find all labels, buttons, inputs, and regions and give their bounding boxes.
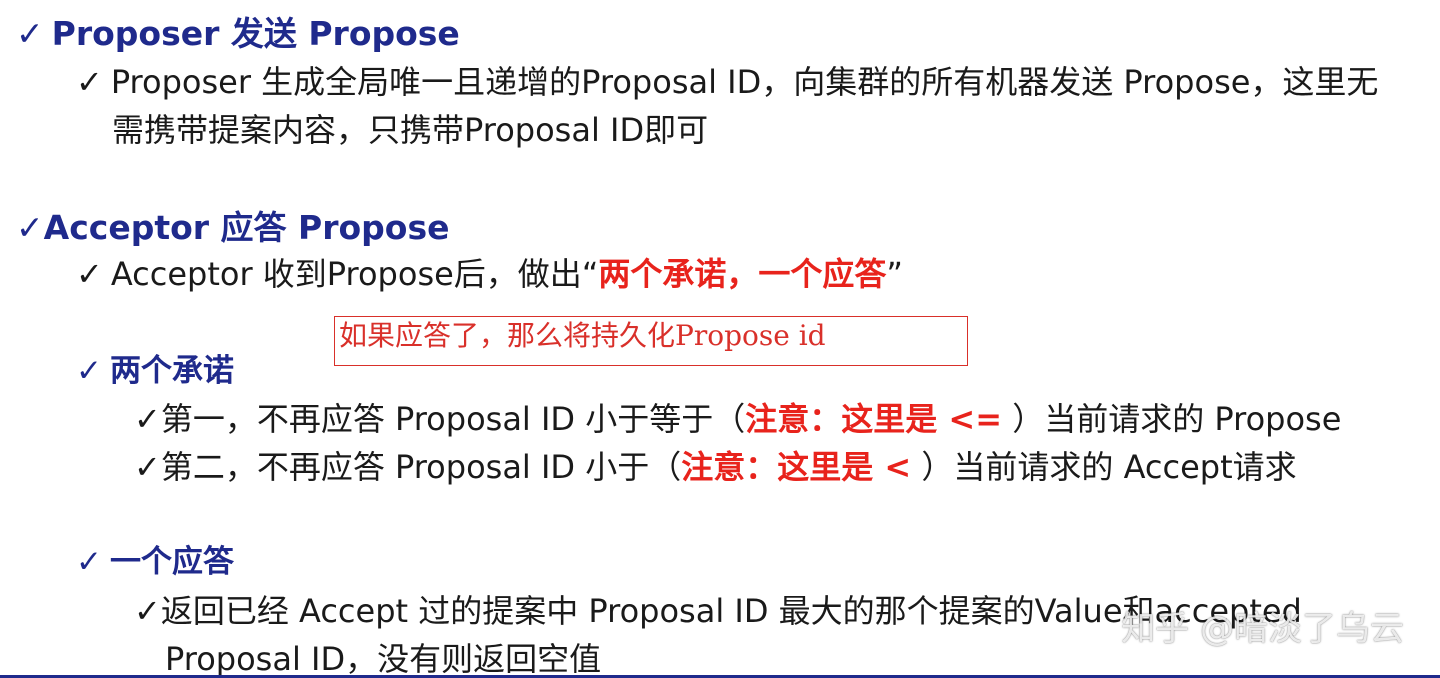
promise-first-suffix: ）当前请求的 Propose: [1002, 400, 1342, 438]
promise-second-prefix: 第二，不再应答 Proposal ID 小于（: [160, 448, 682, 486]
response-heading: ✓ 一个应答: [76, 547, 234, 578]
response-heading-text: 一个应答: [109, 544, 234, 580]
section1-item-line1: Proposer 生成全局唯一且递增的Proposal ID，向集群的所有机器发…: [110, 63, 1379, 101]
checkmark-icon: ✓: [16, 208, 44, 247]
section2-heading: ✓Acceptor 应答 Propose: [16, 211, 449, 244]
section1-item-line2: 需携带提案内容，只携带Proposal ID即可: [112, 111, 709, 149]
section1-item: ✓ Proposer 生成全局唯一且递增的Proposal ID，向集群的所有机器…: [76, 66, 1378, 98]
checkmark-icon: ✓: [134, 400, 161, 438]
section2-open-quote: “: [581, 255, 599, 293]
annotation-box[interactable]: 如果应答了，那么将持久化Propose id: [334, 316, 968, 366]
promise-second-note: 注意：这里是 <: [681, 448, 912, 486]
promise-first: ✓第一，不再应答 Proposal ID 小于等于（注意：这里是 <= ）当前请…: [134, 403, 1341, 435]
section2-heading-text: Acceptor 应答 Propose: [43, 208, 450, 247]
checkmark-icon: ✓: [76, 255, 103, 293]
annotation-text: 如果应答了，那么将持久化Propose id: [339, 319, 826, 352]
promises-heading-text: 两个承诺: [109, 353, 234, 389]
checkmark-icon: ✓: [76, 544, 102, 580]
section2-close-quote: ”: [886, 255, 903, 293]
promise-first-note: 注意：这里是 <=: [745, 400, 1003, 438]
promise-first-prefix: 第一，不再应答 Proposal ID 小于等于（: [160, 400, 746, 438]
section2-item-prefix: Acceptor 收到Propose后，做出: [110, 255, 582, 293]
checkmark-icon: ✓: [134, 592, 161, 630]
response-line2: Proposal ID，没有则返回空值: [165, 640, 602, 678]
checkmark-icon: ✓: [76, 353, 102, 389]
watermark: 知乎 @暗淡了乌云: [1121, 609, 1404, 649]
section2-emphasis: 两个承诺，一个应答: [598, 255, 887, 293]
section1-heading-text: Proposer 发送 Propose: [51, 14, 460, 53]
promise-second-suffix: ）当前请求的 Accept请求: [911, 448, 1297, 486]
checkmark-icon: ✓: [76, 63, 103, 101]
section2-item: ✓ Acceptor 收到Propose后，做出“两个承诺，一个应答”: [76, 258, 903, 290]
promises-heading: ✓ 两个承诺: [76, 356, 234, 387]
promise-second: ✓第二，不再应答 Proposal ID 小于（注意：这里是 < ）当前请求的 …: [134, 451, 1297, 483]
checkmark-icon: ✓: [134, 448, 161, 486]
checkmark-icon: ✓: [16, 14, 44, 53]
section1-heading: ✓ Proposer 发送 Propose: [16, 17, 460, 50]
